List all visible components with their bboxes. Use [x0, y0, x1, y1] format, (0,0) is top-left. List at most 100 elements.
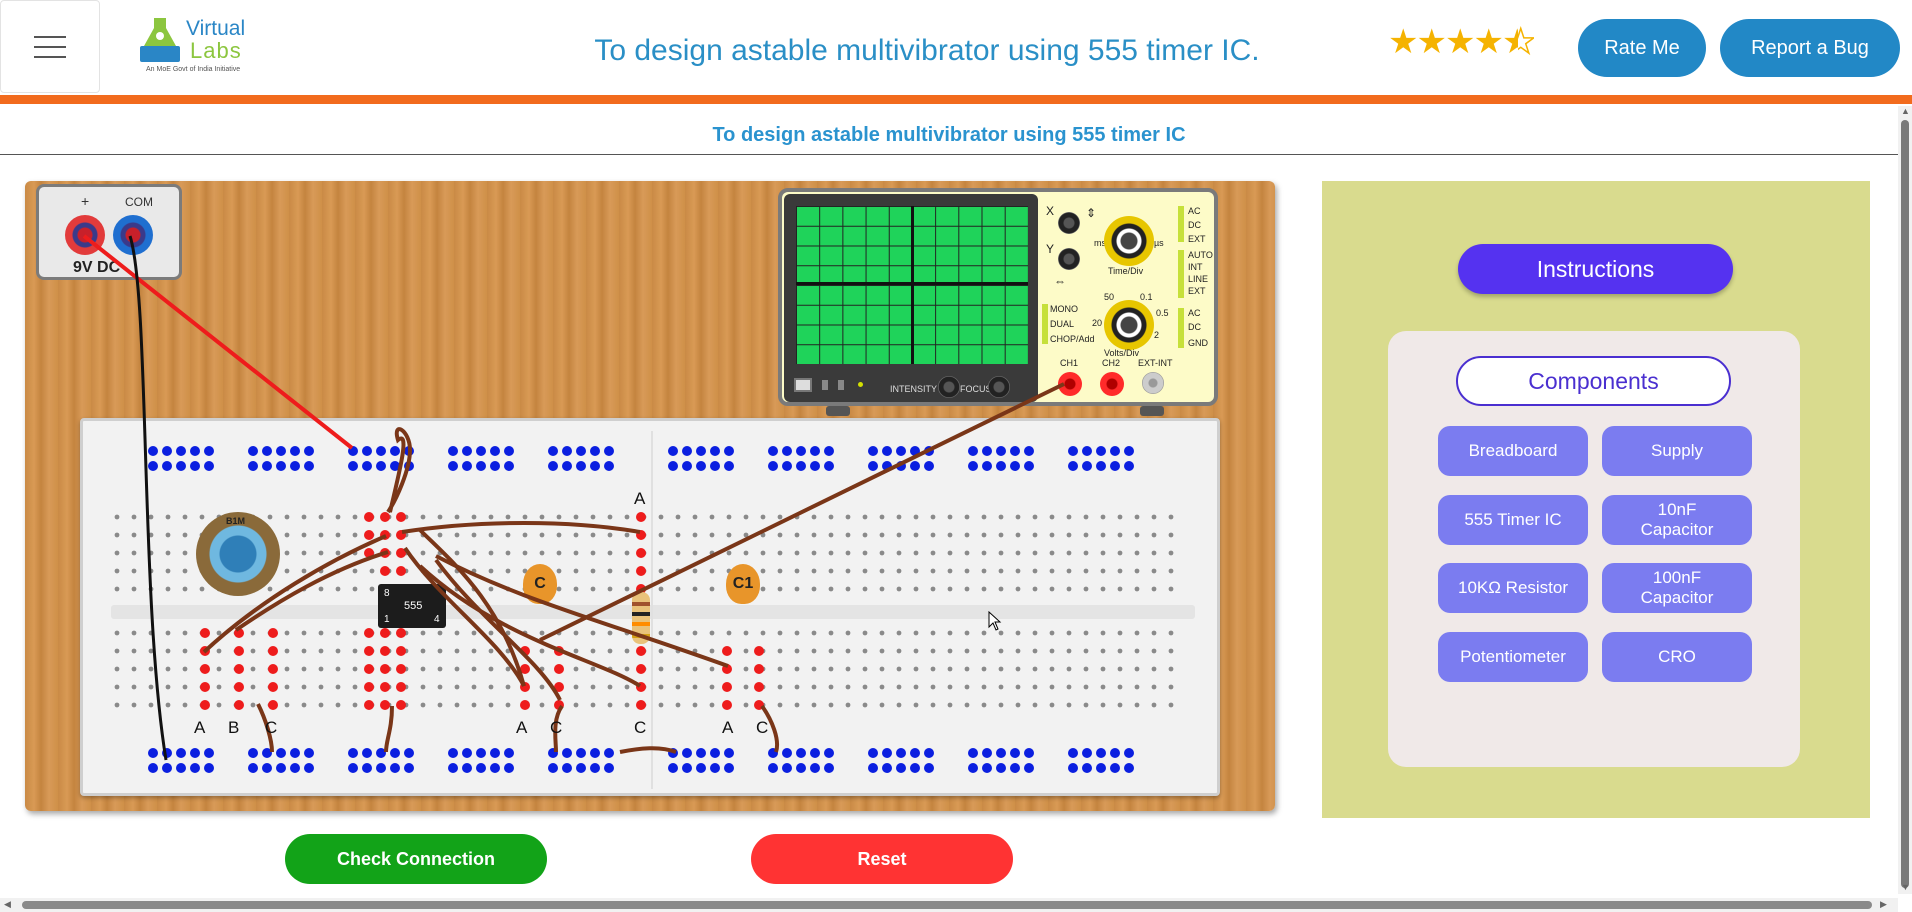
strip-hole: [624, 532, 630, 538]
rail-hole: [462, 748, 472, 758]
x-position-knob[interactable]: [1058, 212, 1080, 234]
coupling-switch-2[interactable]: [1178, 308, 1184, 348]
vertical-scroll-thumb[interactable]: [1901, 120, 1909, 888]
occupied-hole: [200, 628, 210, 638]
y-position-knob[interactable]: [1058, 248, 1080, 270]
component-555-timer-button[interactable]: 555 Timer IC: [1438, 495, 1588, 545]
capacitor-c1[interactable]: C1: [726, 564, 760, 604]
scroll-up-arrow-icon[interactable]: ▲: [1901, 106, 1910, 116]
report-bug-button[interactable]: Report a Bug: [1720, 19, 1900, 77]
volts-div-dial[interactable]: [1104, 300, 1154, 350]
reset-button[interactable]: Reset: [751, 834, 1013, 884]
focus-knob[interactable]: [988, 376, 1010, 398]
coupling-switch-1[interactable]: [1178, 206, 1184, 242]
components-button[interactable]: Components: [1456, 356, 1731, 406]
scroll-right-arrow-icon[interactable]: ▶: [1880, 899, 1887, 910]
rail-hole: [1068, 748, 1078, 758]
capacitor-c[interactable]: C: [523, 564, 557, 604]
strip-hole: [114, 514, 120, 520]
strip-hole: [131, 532, 137, 538]
strip-hole: [250, 630, 256, 636]
time-div-dial[interactable]: [1104, 216, 1154, 266]
strip-hole: [998, 568, 1004, 574]
strip-hole: [879, 666, 885, 672]
check-connection-button[interactable]: Check Connection: [285, 834, 547, 884]
rail-hole: [896, 763, 906, 773]
scroll-left-arrow-icon[interactable]: ◀: [4, 899, 11, 910]
oscilloscope[interactable]: INTENSITY FOCUS X Y ⇕ ⇔ ms µs Time/Div 5…: [778, 188, 1218, 406]
strip-hole: [1032, 666, 1038, 672]
timer-555-ic[interactable]: 8 555 1 4: [378, 584, 446, 628]
resistor-10k[interactable]: [632, 592, 650, 644]
mode-chop-label: CHOP/Add: [1050, 334, 1095, 344]
component-100nf-capacitor-button[interactable]: 100nF Capacitor: [1602, 563, 1752, 613]
rail-hole: [1010, 748, 1020, 758]
horizontal-scrollbar[interactable]: ◀ ▶: [0, 898, 1898, 912]
rate-me-button[interactable]: Rate Me: [1578, 19, 1706, 77]
rail-hole: [924, 461, 934, 471]
strip-hole: [1117, 702, 1123, 708]
strip-hole: [1049, 586, 1055, 592]
breadboard[interactable]: [80, 418, 1220, 796]
star-rating[interactable]: ★★★★★★: [1388, 22, 1534, 62]
horizontal-scroll-thumb[interactable]: [22, 901, 1872, 909]
strip-hole: [488, 684, 494, 690]
strip-hole: [522, 514, 528, 520]
strip-hole: [284, 532, 290, 538]
component-potentiometer-button[interactable]: Potentiometer: [1438, 632, 1588, 682]
strip-hole: [692, 586, 698, 592]
component-10k-resistor-button[interactable]: 10KΩ Resistor: [1438, 563, 1588, 613]
rail-hole: [1096, 446, 1106, 456]
ch2-label: CH2: [1102, 358, 1121, 368]
strip-hole: [1049, 532, 1055, 538]
strip-hole: [1083, 702, 1089, 708]
strip-hole: [947, 532, 953, 538]
strip-hole: [1083, 568, 1089, 574]
ch1-terminal[interactable]: [1058, 372, 1082, 396]
vertical-scrollbar[interactable]: ▲ ▼: [1898, 106, 1912, 894]
strip-hole: [1066, 702, 1072, 708]
strip-hole: [301, 550, 307, 556]
rail-hole: [1096, 461, 1106, 471]
positive-terminal[interactable]: [65, 215, 105, 255]
ch2-terminal[interactable]: [1100, 372, 1124, 396]
occupied-hole: [380, 700, 390, 710]
intensity-knob[interactable]: [938, 376, 960, 398]
strip-hole: [1117, 568, 1123, 574]
ext-int-terminal[interactable]: [1142, 372, 1164, 394]
dc-power-supply[interactable]: + COM 9V DC: [36, 184, 182, 280]
rail-hole: [504, 763, 514, 773]
strip-hole: [675, 514, 681, 520]
cro-foot: [826, 406, 850, 416]
us-label: µs: [1154, 238, 1164, 248]
com-terminal[interactable]: [113, 215, 153, 255]
rail-hole: [590, 446, 600, 456]
scroll-down-arrow-icon[interactable]: ▼: [1901, 882, 1910, 892]
strip-hole: [1032, 630, 1038, 636]
strip-hole: [964, 514, 970, 520]
component-supply-button[interactable]: Supply: [1602, 426, 1752, 476]
component-cro-button[interactable]: CRO: [1602, 632, 1752, 682]
strip-hole: [165, 532, 171, 538]
strip-hole: [777, 514, 783, 520]
hamburger-menu-button[interactable]: [0, 0, 100, 93]
component-10nf-capacitor-button[interactable]: 10nF Capacitor: [1602, 495, 1752, 545]
strip-hole: [1134, 550, 1140, 556]
strip-hole: [930, 568, 936, 574]
rail-hole: [248, 446, 258, 456]
power-switch[interactable]: [794, 378, 812, 392]
strip-hole: [811, 532, 817, 538]
trigger-ext-label: EXT: [1188, 286, 1206, 296]
mode-switch[interactable]: [1042, 304, 1048, 344]
trigger-switch[interactable]: [1178, 250, 1184, 298]
rail-hole: [1124, 446, 1134, 456]
instructions-button[interactable]: Instructions: [1458, 244, 1733, 294]
strip-hole: [1049, 666, 1055, 672]
occupied-hole: [234, 682, 244, 692]
virtual-labs-logo[interactable]: Virtual Labs An MoE Govt of India Initia…: [138, 14, 250, 76]
strip-hole: [1083, 684, 1089, 690]
strip-hole: [709, 648, 715, 654]
strip-hole: [675, 666, 681, 672]
rail-hole: [810, 461, 820, 471]
component-breadboard-button[interactable]: Breadboard: [1438, 426, 1588, 476]
